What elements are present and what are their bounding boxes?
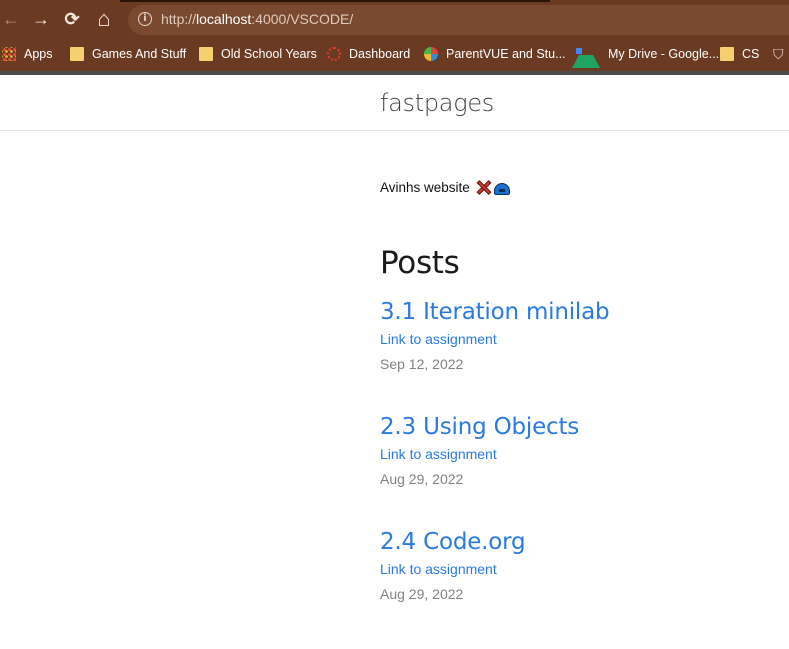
bookmark-my-drive[interactable]: My Drive - Google...: [572, 44, 720, 68]
url-host: localhost: [196, 11, 252, 27]
back-arrow-icon[interactable]: ←: [0, 8, 22, 30]
browser-toolbar: ← → ⟳ ⌂ i http://localhost:4000/VSCODE/: [0, 0, 789, 38]
post-date: Sep 12, 2022: [380, 356, 464, 372]
bookmarks-bar: Apps Games And Stuff Old School Years Da…: [0, 38, 789, 71]
bookmark-label: ParentVUE and Stu...: [446, 47, 566, 61]
url-path: :4000/VSCODE/: [251, 11, 354, 27]
post-assignment-link[interactable]: Link to assignment: [380, 446, 579, 462]
apps-icon: [2, 47, 16, 61]
dashboard-icon: [327, 47, 341, 61]
post-item: 2.4 Code.org Link to assignment Aug 29, …: [380, 529, 526, 602]
reload-icon[interactable]: ⟳: [61, 8, 83, 30]
home-icon[interactable]: ⌂: [93, 8, 115, 30]
google-drive-icon: [572, 41, 600, 68]
cross-mark-icon: [476, 180, 491, 195]
bookmark-label: Old School Years: [221, 47, 317, 61]
post-item: 3.1 Iteration minilab Link to assignment…: [380, 299, 610, 372]
folder-icon: [720, 47, 734, 61]
bookmark-games-and-stuff[interactable]: Games And Stuff: [70, 44, 186, 64]
extension-icon[interactable]: ⛉: [773, 44, 784, 64]
url-scheme: http://: [161, 11, 197, 27]
info-icon[interactable]: i: [138, 12, 152, 26]
helmet-icon: [493, 182, 510, 195]
bookmark-label: Dashboard: [349, 47, 411, 61]
bookmark-dashboard[interactable]: Dashboard: [327, 44, 410, 64]
post-date: Aug 29, 2022: [380, 471, 464, 487]
post-title-link[interactable]: 2.4 Code.org: [380, 529, 526, 555]
folder-icon: [70, 47, 84, 61]
site-header: fastpages: [0, 75, 789, 131]
bookmark-label: Games And Stuff: [92, 47, 187, 61]
address-bar[interactable]: i http://localhost:4000/VSCODE/: [128, 5, 789, 35]
bookmark-old-school-years[interactable]: Old School Years: [199, 44, 317, 64]
post-title-link[interactable]: 2.3 Using Objects: [380, 414, 579, 440]
folder-icon: [199, 47, 213, 61]
post-assignment-link[interactable]: Link to assignment: [380, 331, 609, 347]
site-title[interactable]: fastpages: [380, 89, 494, 117]
bookmark-label: CS: [742, 47, 760, 61]
bookmark-parentvue[interactable]: ParentVUE and Stu...: [424, 44, 566, 64]
tab-strip-edge: [120, 0, 550, 2]
bookmark-apps[interactable]: Apps: [2, 44, 53, 64]
post-item: 2.3 Using Objects Link to assignment Aug…: [380, 414, 579, 487]
intro-text: Avinhs website: [380, 180, 510, 195]
bookmark-cs[interactable]: CS: [720, 44, 759, 64]
posts-heading: Posts: [380, 245, 460, 281]
url-text[interactable]: http://localhost:4000/VSCODE/: [161, 11, 353, 27]
post-assignment-link[interactable]: Link to assignment: [380, 561, 525, 577]
post-date: Aug 29, 2022: [380, 586, 464, 602]
post-title-link[interactable]: 3.1 Iteration minilab: [380, 299, 610, 325]
parentvue-icon: [424, 47, 438, 61]
bookmark-label: My Drive - Google...: [608, 47, 720, 61]
forward-arrow-icon[interactable]: →: [30, 8, 52, 30]
intro-label: Avinhs website: [380, 180, 470, 195]
bookmark-label: Apps: [24, 47, 53, 61]
